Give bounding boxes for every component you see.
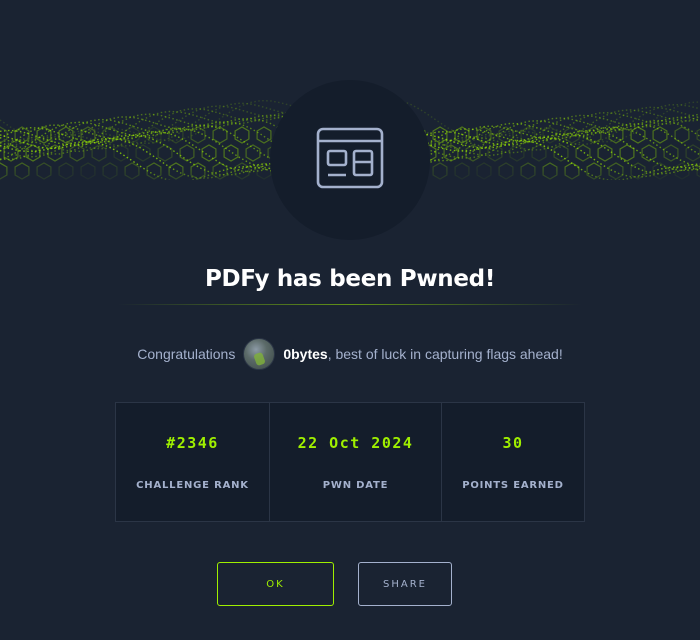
stat-label: CHALLENGE RANK [136, 479, 249, 491]
stat-label: PWN DATE [322, 479, 389, 491]
stat-pwn-date: 22 Oct 2024 PWN DATE [270, 403, 442, 521]
stat-challenge-rank: #2346 CHALLENGE RANK [116, 403, 270, 521]
stat-value: #2346 [166, 433, 219, 452]
stat-points-earned: 30 POINTS EARNED [442, 403, 584, 521]
page-title: PDFy has been Pwned! [204, 266, 496, 292]
congratulations-message: Congratulations 0bytes , best of luck in… [0, 338, 700, 370]
congrats-suffix: , best of luck in capturing flags ahead! [327, 346, 563, 362]
stat-label: POINTS EARNED [462, 479, 564, 491]
stats-panel: #2346 CHALLENGE RANK 22 Oct 2024 PWN DAT… [115, 402, 585, 522]
browser-window-icon [316, 127, 384, 194]
congrats-prefix: Congratulations [137, 346, 236, 362]
title-divider [118, 304, 582, 305]
stat-value: 22 Oct 2024 [297, 433, 414, 452]
ok-button[interactable]: OK [217, 562, 334, 606]
stat-value: 30 [502, 433, 524, 452]
avatar [243, 338, 276, 370]
share-button[interactable]: SHARE [358, 562, 452, 606]
challenge-emblem [270, 80, 430, 240]
username[interactable]: 0bytes [283, 346, 327, 362]
